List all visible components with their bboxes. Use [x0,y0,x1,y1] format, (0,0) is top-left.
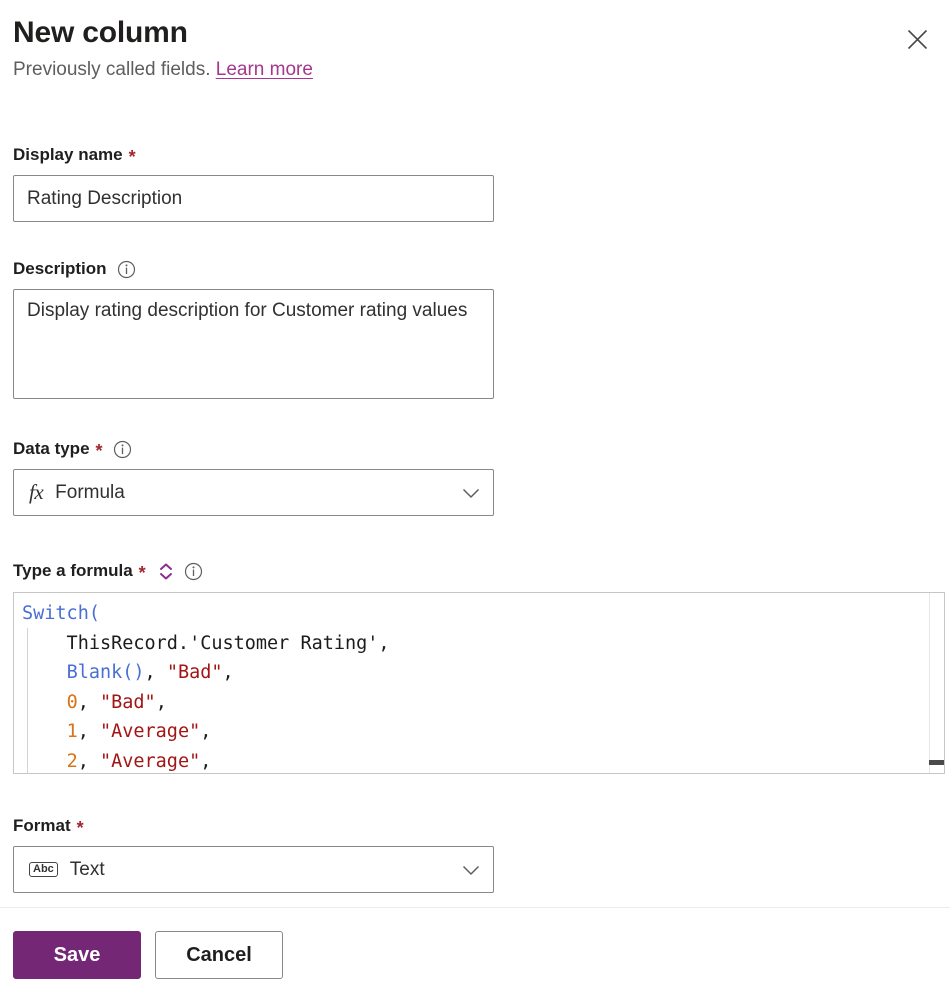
format-label-text: Format [13,816,71,835]
chevron-down-icon [460,482,482,504]
format-field-group: Format * Abc Text [13,815,494,893]
info-icon[interactable] [117,260,136,279]
data-type-dropdown[interactable]: fx Formula [13,469,494,516]
required-asterisk: * [128,147,136,167]
format-label: Format * [13,815,494,837]
description-label-text: Description [13,259,107,278]
data-type-label-text: Data type [13,439,90,458]
info-icon[interactable] [113,440,132,459]
formula-label: Type a formula * [13,560,203,582]
data-type-value: Formula [55,481,125,503]
learn-more-link[interactable]: Learn more [216,59,313,80]
close-icon [907,29,928,50]
horizontal-scrollbar-thumb[interactable] [929,760,944,765]
description-field-group: Description Display rating description f… [13,258,494,404]
data-type-label: Data type * [13,438,494,460]
dialog-header: New column Previously called fields. Lea… [13,14,950,82]
required-asterisk: * [95,441,103,461]
display-name-label-text: Display name [13,145,123,164]
info-icon[interactable] [184,562,203,581]
expand-collapse-icon[interactable] [157,562,175,581]
cancel-button[interactable]: Cancel [155,931,283,979]
display-name-label: Display name * [13,144,494,166]
subtitle-text: Previously called fields. [13,59,211,80]
format-dropdown[interactable]: Abc Text [13,846,494,893]
required-asterisk: * [138,563,146,583]
display-name-field-group: Display name * [13,144,494,222]
close-button[interactable] [896,18,938,60]
save-button[interactable]: Save [13,931,141,979]
data-type-field-group: Data type * fx Formula [13,438,494,516]
description-label: Description [13,258,494,280]
new-column-dialog: New column Previously called fields. Lea… [0,0,950,990]
abc-text-icon: Abc [29,862,58,877]
formula-label-text: Type a formula [13,561,133,580]
dialog-footer: Save Cancel [13,931,283,979]
code-line: 2, "Average", [66,750,212,772]
display-name-input[interactable] [13,175,494,222]
description-textarea[interactable]: Display rating description for Customer … [13,289,494,399]
required-asterisk: * [76,818,84,838]
code-line: 1, "Average", [66,721,212,742]
formula-field-group: Type a formula * [13,560,203,582]
code-line: Switch( [22,603,100,624]
footer-divider [0,907,950,908]
chevron-down-icon [460,859,482,881]
fx-icon: fx [29,480,44,504]
page-title: New column [13,16,188,49]
dialog-subtitle: Previously called fields. Learn more [13,58,950,82]
code-line: ThisRecord.'Customer Rating', [22,632,390,654]
format-value: Text [69,858,105,880]
editor-minimap[interactable] [929,593,944,773]
formula-code: Switch( ThisRecord.'Customer Rating', Bl… [14,593,390,773]
formula-editor[interactable]: Switch( ThisRecord.'Customer Rating', Bl… [13,592,945,774]
code-line: Blank(), "Bad", [66,662,234,683]
code-line: 0, "Bad", [66,691,167,713]
